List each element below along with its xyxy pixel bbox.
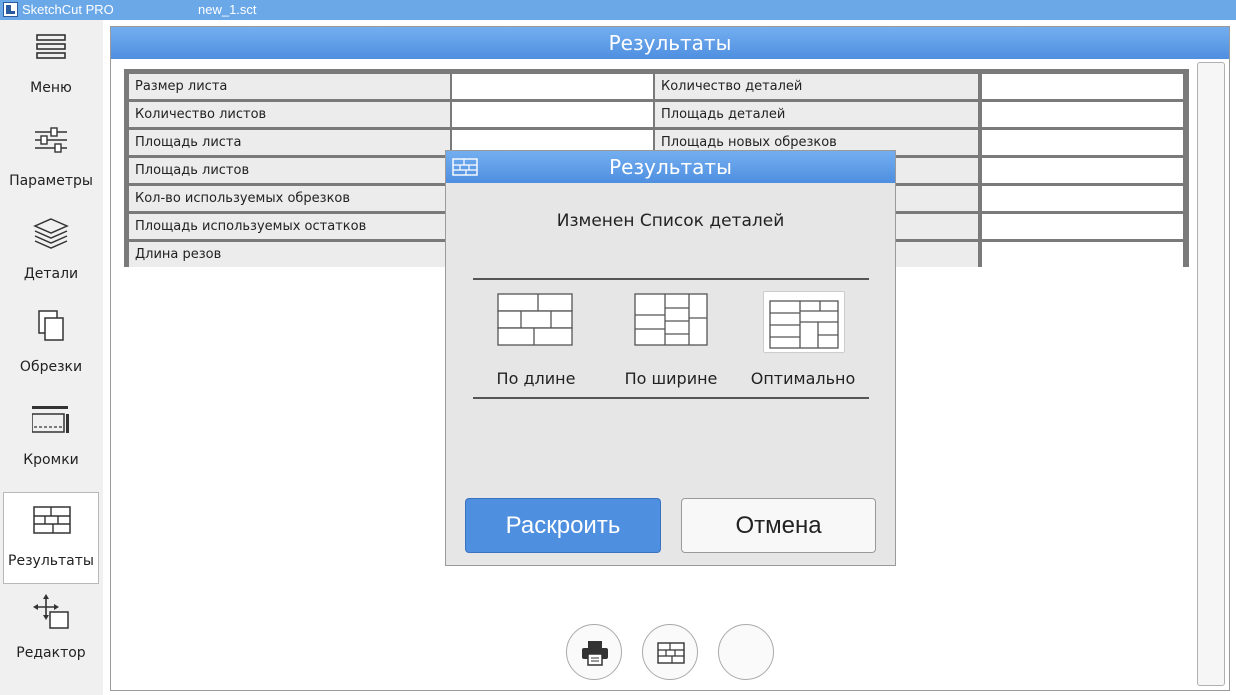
divider: [473, 397, 869, 399]
table-cell-label: Длина резов: [129, 242, 450, 267]
sidebar-item-edges[interactable]: Кромки: [3, 392, 99, 484]
by-width-layout-icon: [634, 293, 708, 346]
optimal-layout-icon: [763, 291, 845, 353]
sidebar-item-label: Параметры: [9, 173, 93, 189]
table-cell-value: [982, 74, 1183, 99]
page-title: Результаты: [111, 27, 1229, 59]
layers-icon: [33, 218, 69, 249]
results-dialog: Результаты Изменен Список деталей По дли…: [445, 150, 896, 566]
sidebar-item-results[interactable]: Результаты: [3, 492, 99, 584]
app-name: SketchCut PRO: [22, 2, 114, 17]
sidebar-item-label: Обрезки: [19, 359, 83, 375]
print-icon: [582, 641, 608, 666]
blank-circle-button[interactable]: [718, 624, 774, 680]
table-cell-value: [452, 102, 653, 127]
print-button[interactable]: [566, 624, 622, 680]
app-logo-icon: [3, 2, 18, 17]
sidebar-item-editor[interactable]: Редактор: [3, 585, 99, 677]
sidebar-item-label: Детали: [23, 266, 79, 282]
by-length-layout-icon: [497, 293, 573, 346]
sidebar-item-label: Результаты: [8, 553, 94, 569]
move-arrows-icon: [33, 594, 69, 629]
table-cell-label: Количество деталей: [655, 74, 978, 99]
table-cell-value: [452, 74, 653, 99]
cancel-button[interactable]: Отмена: [681, 498, 876, 553]
title-bar: SketchCut PRO new_1.sct: [0, 0, 1236, 20]
sidebar-item-parameters[interactable]: Параметры: [3, 113, 99, 205]
table-cell-value: [982, 158, 1183, 183]
option-by-length[interactable]: По длине: [476, 289, 596, 399]
table-cell-label: Размер листа: [129, 74, 450, 99]
cutting-layout-button[interactable]: [642, 624, 698, 680]
table-cell-label: Площадь листов: [129, 158, 450, 183]
sidebar-item-details[interactable]: Детали: [3, 206, 99, 298]
edge-icon: [32, 406, 69, 433]
dialog-title: Результаты: [609, 155, 732, 179]
sidebar-item-label: Кромки: [23, 452, 79, 468]
table-cell-value: [982, 214, 1183, 239]
cutting-layout-icon: [452, 158, 478, 176]
option-optimal[interactable]: Оптимально: [743, 289, 863, 399]
file-name: new_1.sct: [198, 2, 257, 17]
table-cell-value: [982, 242, 1183, 267]
sidebar-item-offcuts[interactable]: Обрезки: [3, 299, 99, 391]
cutting-layout-icon: [33, 506, 71, 534]
hamburger-menu-icon: [36, 34, 66, 59]
dialog-title-bar: Результаты: [446, 151, 895, 183]
cut-button[interactable]: Раскроить: [465, 498, 661, 553]
table-cell-label: Количество листов: [129, 102, 450, 127]
table-cell-value: [982, 130, 1183, 155]
table-cell-value: [982, 102, 1183, 127]
sidebar-item-label: Меню: [30, 80, 72, 96]
divider: [473, 278, 869, 280]
sidebar-item-label: Редактор: [16, 645, 86, 661]
vertical-scrollbar[interactable]: [1197, 62, 1225, 686]
table-cell-label: Кол-во используемых обрезков: [129, 186, 450, 211]
table-cell-label: Площадь листа: [129, 130, 450, 155]
sliders-icon: [35, 127, 67, 153]
option-label: Оптимально: [750, 369, 856, 388]
sidebar-item-menu[interactable]: Меню: [3, 20, 99, 112]
table-cell-label: Площадь используемых остатков: [129, 214, 450, 239]
table-cell-value: [982, 186, 1183, 211]
sidebar: Меню Параметры Детали Обрезки Кромки Рез…: [0, 20, 103, 695]
cutting-layout-icon: [657, 642, 685, 664]
dialog-message: Изменен Список деталей: [556, 211, 785, 231]
option-by-width[interactable]: По ширине: [611, 289, 731, 399]
copies-icon: [38, 310, 64, 341]
table-cell-label: Площадь деталей: [655, 102, 978, 127]
